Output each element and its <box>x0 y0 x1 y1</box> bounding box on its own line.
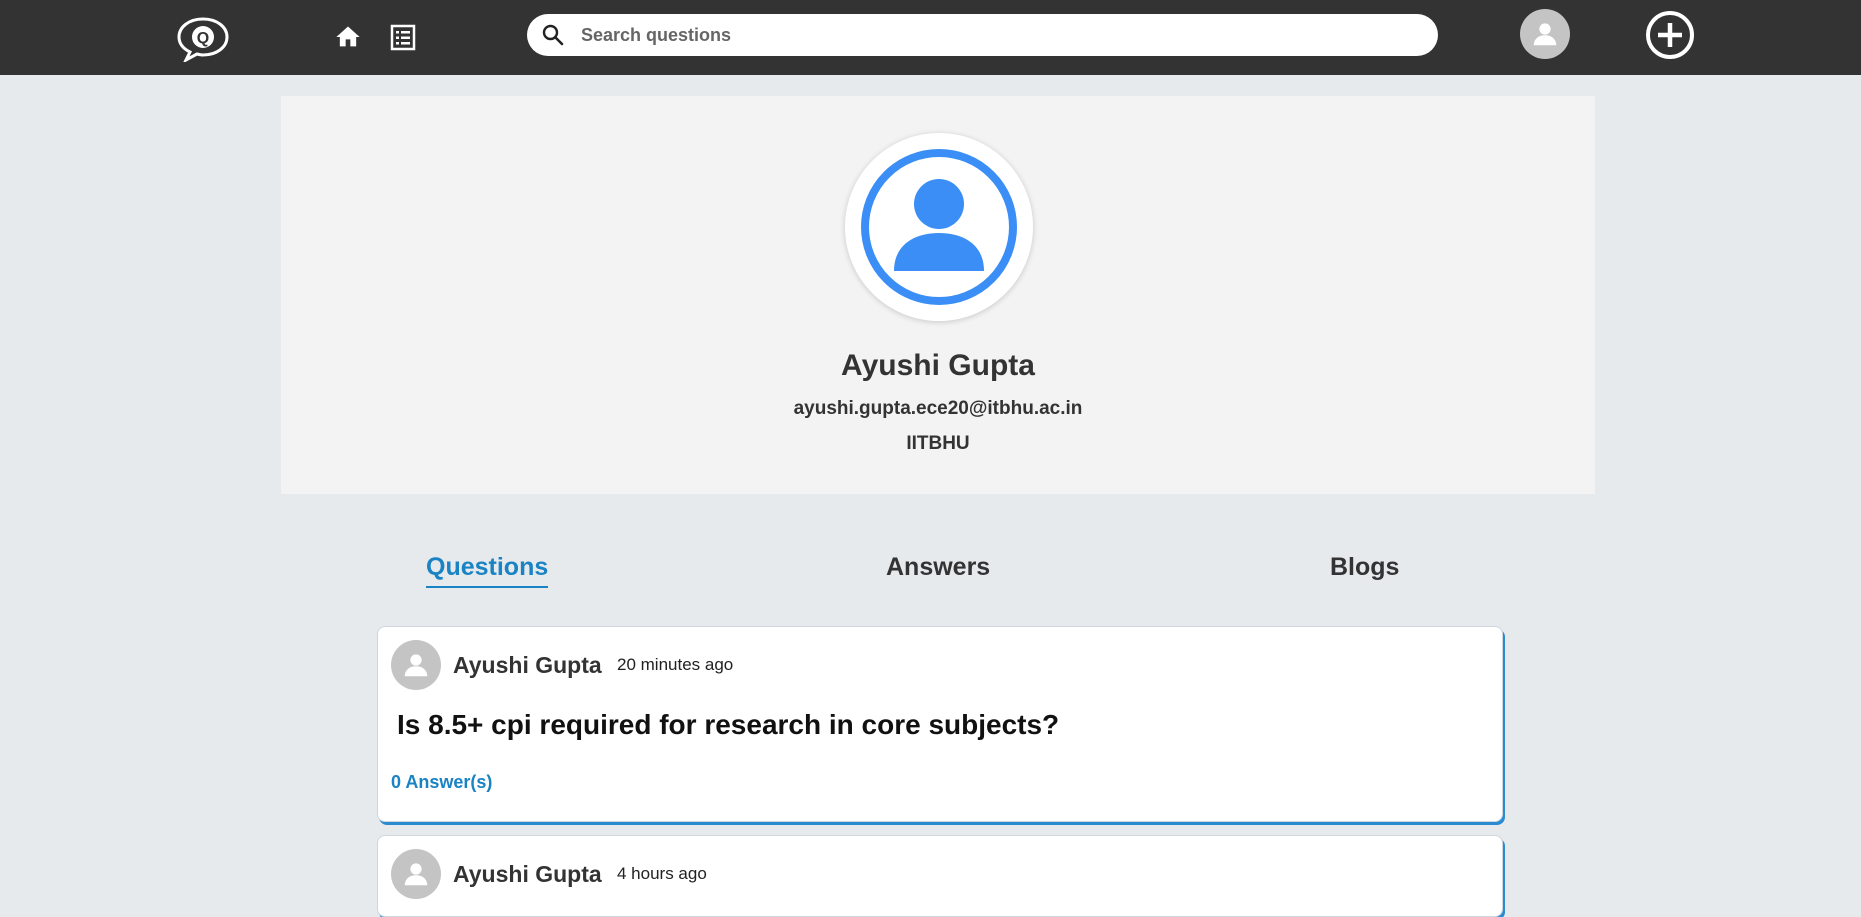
add-question-button[interactable] <box>1645 10 1695 60</box>
speech-bubble-logo-icon: Q <box>177 17 229 64</box>
tab-answers[interactable]: Answers <box>886 553 990 582</box>
tab-blogs[interactable]: Blogs <box>1330 553 1399 582</box>
profile-avatar <box>845 133 1033 321</box>
author-avatar <box>391 849 441 899</box>
logo-letter: Q <box>197 30 209 47</box>
plus-circle-icon <box>1646 11 1694 59</box>
user-icon <box>1533 23 1557 46</box>
question-title[interactable]: Is 8.5+ cpi required for research in cor… <box>397 709 1059 741</box>
question-author: Ayushi Gupta <box>453 861 602 887</box>
profile-card: Ayushi Gupta ayushi.gupta.ece20@itbhu.ac… <box>281 96 1595 494</box>
home-icon <box>336 26 360 47</box>
user-icon <box>404 654 428 677</box>
question-author: Ayushi Gupta <box>453 652 602 678</box>
top-navbar: Q <box>0 0 1861 75</box>
author-avatar <box>391 640 441 690</box>
home-button[interactable] <box>334 23 362 51</box>
list-icon <box>390 24 416 51</box>
profile-name: Ayushi Gupta <box>841 349 1035 382</box>
search-bar <box>527 14 1438 56</box>
search-icon[interactable] <box>541 23 565 47</box>
question-time: 4 hours ago <box>617 864 707 883</box>
search-input[interactable] <box>579 14 1423 56</box>
question-time: 20 minutes ago <box>617 655 734 674</box>
user-avatar-button[interactable] <box>1520 9 1570 59</box>
answers-count-link[interactable]: 0 Answer(s) <box>391 772 492 793</box>
app-logo[interactable]: Q <box>176 16 230 64</box>
profile-email: ayushi.gupta.ece20@itbhu.ac.in <box>793 398 1083 419</box>
tab-questions[interactable]: Questions <box>426 553 549 588</box>
list-button[interactable] <box>390 24 416 51</box>
profile-organization: IITBHU <box>906 433 970 454</box>
profile-user-icon <box>861 149 1017 305</box>
question-card[interactable]: Ayushi Gupta 20 minutes ago Is 8.5+ cpi … <box>377 626 1503 822</box>
question-card[interactable]: Ayushi Gupta 4 hours ago <box>377 835 1503 917</box>
